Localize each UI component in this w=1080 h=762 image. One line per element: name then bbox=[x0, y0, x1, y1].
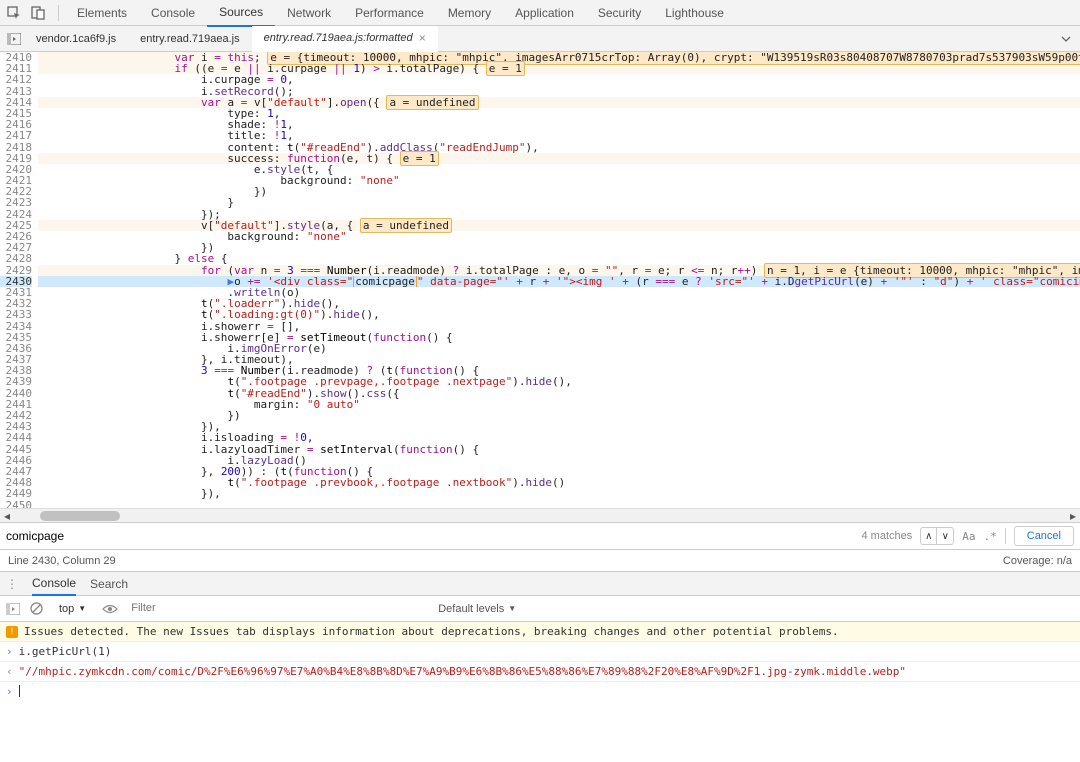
match-case-toggle[interactable]: Aa bbox=[962, 530, 975, 543]
drawer-tab-search[interactable]: Search bbox=[90, 573, 128, 595]
more-tabs-icon[interactable] bbox=[1056, 29, 1076, 49]
devtools-tab-lighthouse[interactable]: Lighthouse bbox=[653, 0, 736, 26]
prompt-icon: › bbox=[6, 645, 13, 658]
console-prompt-row[interactable]: › bbox=[0, 682, 1080, 701]
console-filter-input[interactable] bbox=[128, 599, 428, 618]
find-bar: 4 matches ∧ ∨ Aa .* Cancel bbox=[0, 522, 1080, 550]
devtools-tab-application[interactable]: Application bbox=[503, 0, 586, 26]
drawer-tabs: ⋮ Console Search bbox=[0, 572, 1080, 596]
dropdown-caret-icon: ▼ bbox=[78, 604, 86, 613]
coverage-status: Coverage: n/a bbox=[1003, 555, 1072, 567]
line-gutter: 2410241124122413241424152416241724182419… bbox=[0, 52, 38, 508]
console-input-row: › i.getPicUrl(1) bbox=[0, 642, 1080, 662]
file-tabs-bar: vendor.1ca6f9.jsentry.read.719aea.jsentr… bbox=[0, 26, 1080, 52]
divider bbox=[1005, 528, 1006, 544]
inspect-element-icon[interactable] bbox=[4, 3, 24, 23]
log-levels-selector[interactable]: Default levels ▼ bbox=[438, 603, 516, 615]
match-count: 4 matches bbox=[862, 530, 913, 542]
console-output: ! Issues detected. The new Issues tab di… bbox=[0, 622, 1080, 701]
console-sidebar-toggle-icon[interactable] bbox=[6, 603, 20, 615]
devtools-tab-network[interactable]: Network bbox=[275, 0, 343, 26]
regex-toggle[interactable]: .* bbox=[984, 530, 997, 543]
execution-context-selector[interactable]: top ▼ bbox=[53, 601, 92, 617]
divider bbox=[58, 5, 59, 21]
devtools-tab-performance[interactable]: Performance bbox=[343, 0, 436, 26]
scrollbar-thumb[interactable] bbox=[40, 511, 120, 521]
devtools-tab-elements[interactable]: Elements bbox=[65, 0, 139, 26]
console-result: "//mhpic.zymkcdn.com/comic/D%2F%E6%96%97… bbox=[19, 665, 906, 678]
find-next-icon[interactable]: ∨ bbox=[937, 528, 953, 544]
scroll-left-icon[interactable]: ◂ bbox=[0, 509, 14, 523]
console-input-echo: i.getPicUrl(1) bbox=[19, 645, 112, 658]
live-expression-icon[interactable] bbox=[102, 604, 118, 614]
devtools-main-toolbar: ElementsConsoleSourcesNetworkPerformance… bbox=[0, 0, 1080, 26]
cursor-position: Line 2430, Column 29 bbox=[8, 555, 116, 567]
cursor bbox=[19, 685, 20, 697]
code-content[interactable]: var i = this; e = {timeout: 10000, mhpic… bbox=[38, 52, 1080, 508]
horizontal-scrollbar[interactable]: ◂ ▸ bbox=[0, 508, 1080, 522]
file-tab[interactable]: vendor.1ca6f9.js bbox=[24, 26, 128, 51]
code-editor[interactable]: 2410241124122413241424152416241724182419… bbox=[0, 52, 1080, 508]
issues-text: Issues detected. The new Issues tab disp… bbox=[24, 625, 839, 638]
find-nav: ∧ ∨ bbox=[920, 527, 954, 545]
console-toolbar: top ▼ Default levels ▼ bbox=[0, 596, 1080, 622]
console-issues-banner[interactable]: ! Issues detected. The new Issues tab di… bbox=[0, 622, 1080, 642]
find-input[interactable] bbox=[6, 525, 854, 547]
console-result-row: ‹ "//mhpic.zymkcdn.com/comic/D%2F%E6%96%… bbox=[0, 662, 1080, 682]
editor-status-bar: Line 2430, Column 29 Coverage: n/a bbox=[0, 550, 1080, 572]
file-tab[interactable]: entry.read.719aea.js:formatted× bbox=[252, 26, 438, 52]
close-icon[interactable]: × bbox=[419, 31, 426, 45]
drawer-menu-icon[interactable]: ⋮ bbox=[6, 577, 18, 591]
return-icon: ‹ bbox=[6, 665, 13, 678]
warning-icon: ! bbox=[6, 626, 18, 638]
file-tabs: vendor.1ca6f9.jsentry.read.719aea.jsentr… bbox=[24, 26, 438, 51]
find-prev-icon[interactable]: ∧ bbox=[921, 528, 937, 544]
drawer-tab-console[interactable]: Console bbox=[32, 572, 76, 596]
dropdown-caret-icon: ▼ bbox=[508, 604, 516, 613]
prompt-icon: › bbox=[6, 685, 13, 698]
devtools-tabs: ElementsConsoleSourcesNetworkPerformance… bbox=[65, 0, 736, 27]
navigator-toggle-icon[interactable] bbox=[4, 29, 24, 49]
devtools-tab-sources[interactable]: Sources bbox=[207, 0, 275, 27]
device-toolbar-icon[interactable] bbox=[28, 3, 48, 23]
file-tab[interactable]: entry.read.719aea.js bbox=[128, 26, 251, 51]
devtools-tab-security[interactable]: Security bbox=[586, 0, 653, 26]
clear-console-icon[interactable] bbox=[30, 602, 43, 615]
cancel-button[interactable]: Cancel bbox=[1014, 526, 1074, 546]
scroll-right-icon[interactable]: ▸ bbox=[1066, 509, 1080, 523]
devtools-tab-memory[interactable]: Memory bbox=[436, 0, 503, 26]
devtools-tab-console[interactable]: Console bbox=[139, 0, 207, 26]
